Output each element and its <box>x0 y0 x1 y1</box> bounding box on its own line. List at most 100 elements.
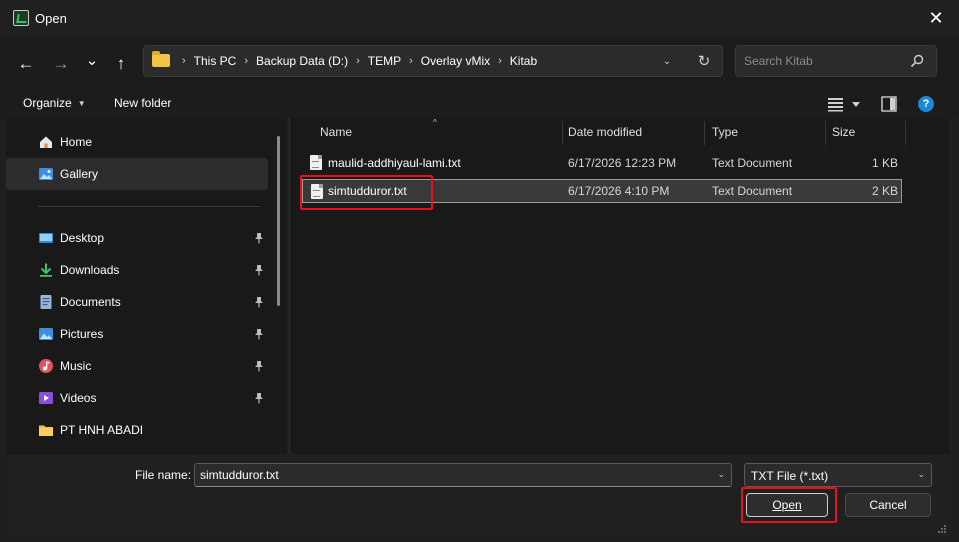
file-type: Text Document <box>712 156 793 170</box>
column-separator[interactable] <box>905 121 906 145</box>
file-type-filter[interactable]: TXT File (*.txt) ⌄ <box>744 463 932 487</box>
up-button[interactable]: ↑ <box>107 50 135 78</box>
downloads-icon <box>40 263 52 277</box>
pin-icon[interactable] <box>254 392 264 404</box>
breadcrumb-separator[interactable]: › <box>409 55 413 67</box>
file-type-filter-value: TXT File (*.txt) <box>751 469 829 483</box>
sidebar-divider <box>38 206 260 207</box>
open-button-highlight <box>741 487 837 523</box>
sidebar-item-documents[interactable]: Documents <box>6 286 268 318</box>
refresh-button[interactable]: ↻ <box>694 51 714 71</box>
search-box[interactable] <box>735 45 937 77</box>
breadcrumb: › This PC › Backup Data (D:) › TEMP › Ov… <box>174 46 537 76</box>
sidebar-item-label: Desktop <box>60 231 105 245</box>
command-bar: Organize ▼ New folder ? <box>0 90 959 118</box>
column-header-size[interactable]: Size <box>832 125 855 139</box>
file-row[interactable]: maulid-addhiyaul-lami.txt 6/17/2026 12:2… <box>302 151 902 175</box>
text-file-icon <box>310 155 322 170</box>
selected-file-highlight <box>300 175 433 210</box>
chevron-down-icon[interactable]: ⌄ <box>917 469 925 480</box>
breadcrumb-overlay-vmix[interactable]: Overlay vMix <box>421 54 490 68</box>
column-header-date-modified[interactable]: Date modified <box>568 125 642 139</box>
column-header-name[interactable]: Name <box>320 125 352 139</box>
sidebar-item-label: Downloads <box>60 263 120 277</box>
search-input[interactable] <box>744 52 904 70</box>
documents-icon <box>40 295 52 309</box>
file-size: 2 KB <box>871 184 898 198</box>
sidebar-item-label: Gallery <box>60 167 99 181</box>
organize-label: Organize <box>23 96 72 110</box>
folder-icon <box>39 425 53 436</box>
column-separator[interactable] <box>704 121 705 145</box>
file-name-input[interactable] <box>200 467 700 483</box>
help-icon[interactable]: ? <box>918 96 934 112</box>
file-name: maulid-addhiyaul-lami.txt <box>328 156 461 170</box>
navigation-pane: Home Gallery Desktop Downloads Documents… <box>6 118 287 454</box>
chevron-down-icon[interactable]: ⌄ <box>717 469 725 480</box>
breadcrumb-separator[interactable]: › <box>356 55 360 67</box>
breadcrumb-separator[interactable]: › <box>244 55 248 67</box>
music-icon <box>39 359 53 373</box>
navigation-bar: ← → ⌄ ↑ › This PC › Backup Data (D:) › T… <box>0 36 959 90</box>
sidebar-item-gallery[interactable]: Gallery <box>6 158 268 190</box>
forward-button[interactable]: → <box>47 50 75 78</box>
file-size: 1 KB <box>871 156 898 170</box>
file-list: ^ Name Date modified Type Size maulid-ad… <box>290 118 949 454</box>
sidebar-item-downloads[interactable]: Downloads <box>6 254 268 286</box>
column-separator[interactable] <box>825 121 826 145</box>
resize-grip-icon[interactable] <box>937 524 947 534</box>
title-bar: Open ✕ <box>0 0 959 36</box>
sidebar-item-pictures[interactable]: Pictures <box>6 318 268 350</box>
file-type: Text Document <box>712 184 793 198</box>
home-icon <box>40 136 52 148</box>
caret-down-icon: ▼ <box>77 98 86 108</box>
column-header-type[interactable]: Type <box>712 125 738 139</box>
sort-ascending-icon: ^ <box>433 118 437 127</box>
search-icon[interactable] <box>910 54 924 68</box>
window-title: Open <box>35 11 67 26</box>
pin-icon[interactable] <box>254 296 264 308</box>
column-separator[interactable] <box>562 121 563 145</box>
breadcrumb-separator[interactable]: › <box>498 55 502 67</box>
sidebar-item-videos[interactable]: Videos <box>6 382 268 414</box>
file-name-label: File name: <box>135 468 192 482</box>
file-date-modified: 6/17/2026 4:10 PM <box>568 184 670 198</box>
view-options-icon[interactable] <box>827 96 863 112</box>
sidebar-scrollbar[interactable] <box>277 136 280 306</box>
breadcrumb-this-pc[interactable]: This PC <box>194 54 237 68</box>
breadcrumb-temp[interactable]: TEMP <box>368 54 401 68</box>
sidebar-item-label: Pictures <box>60 327 104 341</box>
file-name-combobox[interactable]: ⌄ <box>194 463 732 487</box>
organize-button[interactable]: Organize ▼ <box>23 96 86 110</box>
address-history-dropdown[interactable]: ⌄ <box>658 52 676 70</box>
cancel-button[interactable]: Cancel <box>845 493 931 517</box>
close-button[interactable]: ✕ <box>913 0 959 36</box>
address-bar[interactable]: › This PC › Backup Data (D:) › TEMP › Ov… <box>143 45 723 77</box>
sidebar-item-pt-hnh-abadi[interactable]: PT HNH ABADI <box>6 414 268 446</box>
breadcrumb-kitab[interactable]: Kitab <box>510 54 537 68</box>
sidebar-item-label: Documents <box>60 295 121 309</box>
pin-icon[interactable] <box>254 328 264 340</box>
file-date-modified: 6/17/2026 12:23 PM <box>568 156 677 170</box>
sidebar-item-label: Music <box>60 359 92 373</box>
breadcrumb-backup-data[interactable]: Backup Data (D:) <box>256 54 348 68</box>
sidebar-item-desktop[interactable]: Desktop <box>6 222 268 254</box>
sidebar-item-home[interactable]: Home <box>6 126 268 158</box>
recent-locations-button[interactable]: ⌄ <box>78 46 106 74</box>
new-folder-button[interactable]: New folder <box>114 96 171 110</box>
app-icon <box>13 10 29 26</box>
sidebar-item-label: Home <box>60 135 93 149</box>
gallery-icon <box>39 168 53 180</box>
sidebar-item-music[interactable]: Music <box>6 350 268 382</box>
sidebar-item-label: PT HNH ABADI <box>60 423 144 437</box>
breadcrumb-separator: › <box>182 55 186 67</box>
folder-icon <box>152 51 170 67</box>
pin-icon[interactable] <box>254 232 264 244</box>
pictures-icon <box>39 328 53 340</box>
desktop-icon <box>39 233 53 243</box>
sidebar-item-label: Videos <box>60 391 97 405</box>
back-button[interactable]: ← <box>12 50 40 78</box>
preview-pane-icon[interactable] <box>881 96 897 112</box>
pin-icon[interactable] <box>254 360 264 372</box>
pin-icon[interactable] <box>254 264 264 276</box>
